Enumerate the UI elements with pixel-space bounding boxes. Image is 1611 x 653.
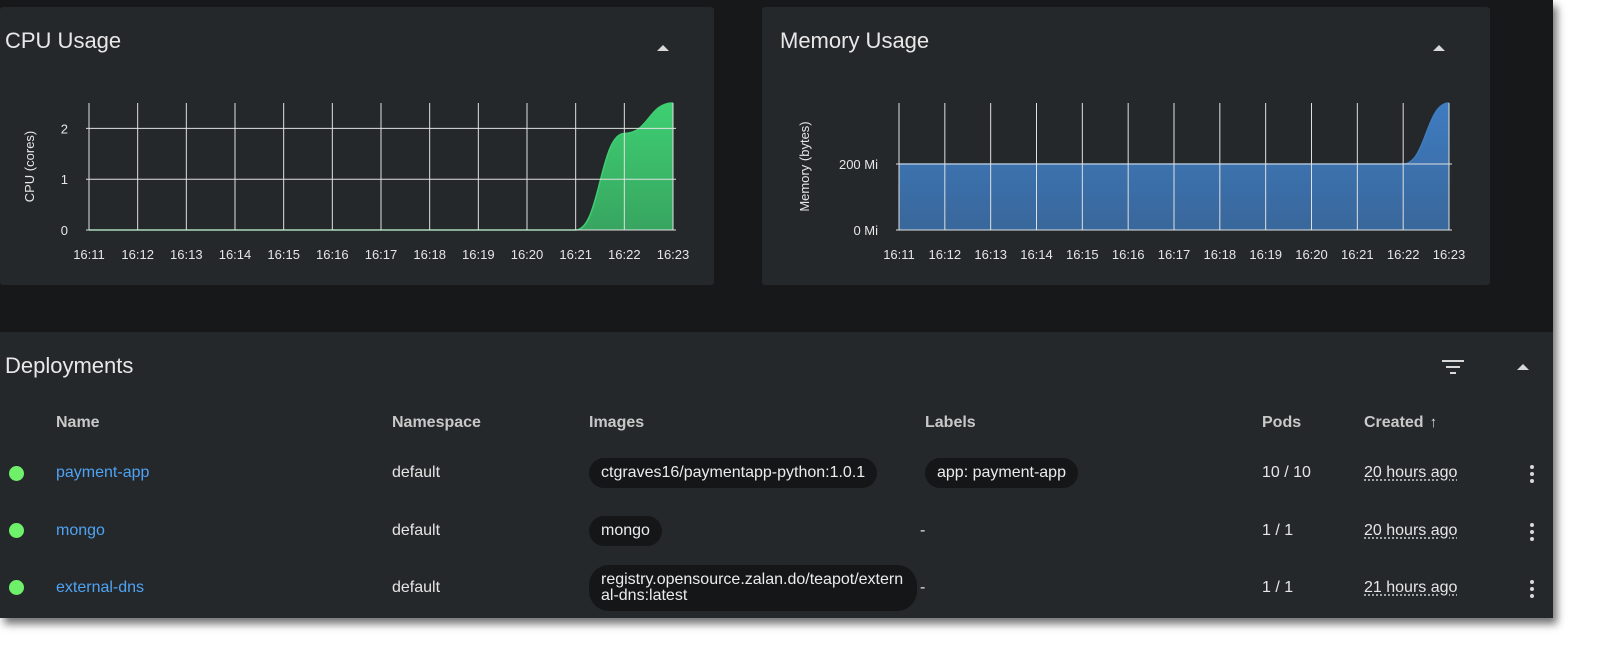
memory-x-tick-label: 16:19 [1249, 247, 1282, 262]
memory-x-tick-label: 16:14 [1020, 247, 1053, 262]
deployment-namespace: default [392, 464, 441, 481]
column-header-name[interactable]: Name [56, 414, 100, 432]
cpu-y-axis-label: CPU (cores) [22, 131, 37, 203]
deployments-collapse-button[interactable] [1511, 355, 1535, 379]
more-vertical-icon[interactable] [1524, 577, 1540, 601]
deployment-pods: 1 / 1 [1262, 579, 1294, 596]
cpu-x-tick-label: 16:11 [73, 247, 105, 262]
image-chip: mongo [589, 516, 662, 546]
column-header-created[interactable]: Created ↑ [1364, 414, 1437, 432]
cpu-x-tick-label: 16:19 [462, 247, 495, 262]
cpu-y-tick-label: 0 [61, 223, 68, 238]
deployment-name-link[interactable]: payment-app [56, 464, 149, 482]
deployment-pods: 10 / 10 [1262, 464, 1311, 481]
cpu-x-tick-label: 16:18 [413, 247, 446, 262]
cpu-usage-chart: 16:11 16:12 16:13 16:14 16:15 16:16 16:17 16:18… [22, 102, 690, 262]
image-chip: ctgraves16/paymentapp-python:1.0.1 [589, 458, 878, 488]
memory-x-tick-label: 16:12 [929, 247, 962, 262]
memory-y-tick-label: 0 Mi [853, 223, 878, 238]
memory-x-tick-label: 16:23 [1433, 247, 1466, 262]
deployment-labels: - [920, 522, 926, 539]
cpu-x-tick-label: 16:23 [657, 247, 690, 262]
cpu-x-tick-label: 16:20 [511, 247, 544, 262]
deployment-created[interactable]: 20 hours ago [1364, 464, 1457, 482]
memory-x-tick-label: 16:20 [1295, 247, 1328, 262]
status-ok-icon [9, 580, 24, 595]
cpu-x-tick-label: 16:15 [267, 247, 300, 262]
column-header-created-label: Created [1364, 414, 1424, 431]
column-header-labels[interactable]: Labels [925, 414, 976, 432]
more-vertical-icon[interactable] [1524, 462, 1540, 486]
label-chip: app: payment-app [925, 458, 1078, 488]
cpu-y-tick-label: 2 [61, 121, 68, 136]
chevron-up-icon [1517, 364, 1529, 370]
filter-icon[interactable] [1440, 356, 1466, 378]
memory-x-tick-label: 16:17 [1158, 247, 1191, 262]
memory-y-tick-label: 200 Mi [839, 157, 878, 172]
cpu-x-tick-label: 16:12 [121, 247, 154, 262]
cpu-y-tick-label: 1 [61, 172, 68, 187]
memory-x-tick-label: 16:15 [1066, 247, 1099, 262]
deployment-pods: 1 / 1 [1262, 522, 1294, 539]
memory-x-tick-label: 16:11 [883, 247, 915, 262]
table-row: payment-app default ctgraves16/paymentap… [0, 446, 1553, 503]
cpu-x-tick-label: 16:17 [365, 247, 398, 262]
image-chip: registry.opensource.zalan.do/teapot/exte… [589, 565, 917, 611]
deployment-namespace: default [392, 522, 441, 539]
table-row: mongo default mongo - 1 / 1 20 hours ago [0, 503, 1553, 560]
status-ok-icon [9, 466, 24, 481]
cpu-x-tick-label: 16:14 [219, 247, 252, 262]
deployment-namespace: default [392, 579, 441, 596]
deployments-title: Deployments [5, 353, 134, 378]
memory-x-tick-label: 16:16 [1112, 247, 1145, 262]
more-vertical-icon[interactable] [1524, 520, 1540, 544]
memory-x-tick-label: 16:22 [1387, 247, 1420, 262]
deployment-created[interactable]: 21 hours ago [1364, 579, 1457, 597]
cpu-usage-card: CPU Usage 16:11 16:12 16:13 16:14 16:15 16:16… [0, 7, 714, 285]
deployments-panel: Deployments Name Namespace Images Labels… [0, 332, 1553, 618]
cpu-x-tick-label: 16:21 [559, 247, 592, 262]
memory-y-axis-label: Memory (bytes) [797, 121, 812, 211]
memory-usage-chart: 16:11 16:12 16:13 16:14 16:15 16:16 16:17 16:18… [797, 102, 1466, 262]
table-row: external-dns default registry.opensource… [0, 560, 1553, 617]
memory-usage-card: Memory Usage 16:11 16:12 16:13 16:14 16:15 16… [762, 7, 1490, 285]
memory-x-tick-label: 16:21 [1341, 247, 1374, 262]
sort-arrow-up-icon: ↑ [1429, 414, 1438, 431]
dashboard-screen: CPU Usage 16:11 16:12 16:13 16:14 16:15 16:16… [0, 0, 1553, 618]
cpu-x-tick-label: 16:22 [608, 247, 641, 262]
memory-x-tick-label: 16:13 [974, 247, 1007, 262]
deployment-name-link[interactable]: mongo [56, 522, 105, 540]
column-header-images[interactable]: Images [589, 414, 644, 432]
deployment-name-link[interactable]: external-dns [56, 579, 144, 597]
column-header-namespace[interactable]: Namespace [392, 414, 481, 432]
deployment-labels: - [920, 579, 926, 596]
column-header-pods[interactable]: Pods [1262, 414, 1301, 432]
deployment-created[interactable]: 20 hours ago [1364, 522, 1457, 540]
cpu-x-tick-label: 16:13 [170, 247, 203, 262]
cpu-x-tick-label: 16:16 [316, 247, 349, 262]
memory-x-tick-label: 16:18 [1204, 247, 1237, 262]
status-ok-icon [9, 523, 24, 538]
